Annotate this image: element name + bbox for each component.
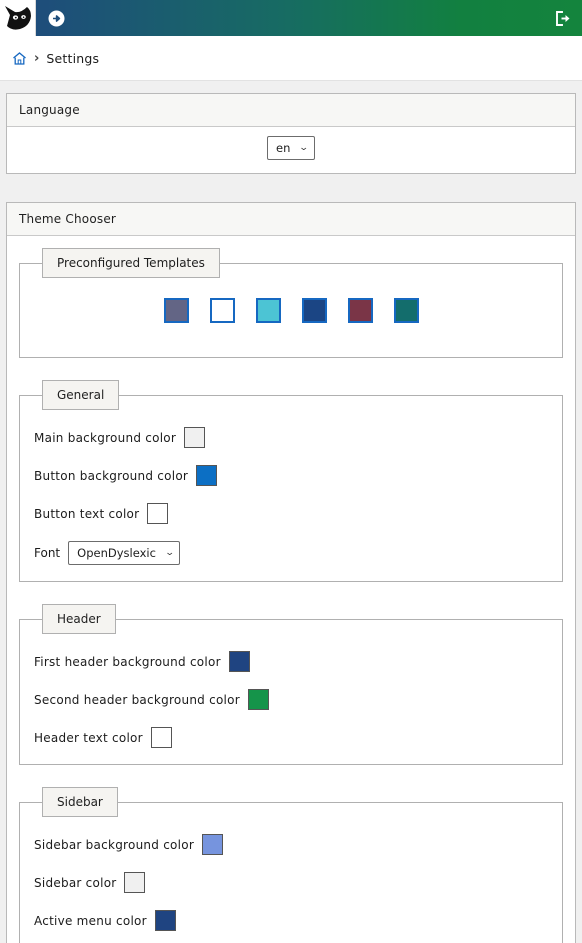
language-select-row: en ⌄: [7, 127, 575, 173]
active-menu-color-row: Active menu color: [34, 910, 548, 931]
preconfigured-templates-group: Preconfigured Templates: [19, 248, 563, 358]
template-navy[interactable]: [301, 298, 327, 323]
preconfigured-templates-legend: Preconfigured Templates: [42, 248, 220, 278]
font-select-value: OpenDyslexic: [77, 546, 156, 560]
general-group: General Main background color Button bac…: [19, 380, 563, 582]
sidebar-color-label: Sidebar color: [34, 875, 117, 890]
template-slate[interactable]: [163, 298, 189, 323]
sidebar-group: Sidebar Sidebar background color Sidebar…: [19, 787, 563, 943]
template-teal[interactable]: [393, 298, 419, 323]
first-header-background-color-label: First header background color: [34, 654, 221, 669]
second-header-background-color-row: Second header background color: [34, 689, 548, 710]
first-header-background-color-swatch[interactable]: [228, 651, 250, 672]
general-legend: General: [42, 380, 120, 410]
header-text-color-swatch[interactable]: [150, 727, 172, 748]
template-swatch-list: [34, 278, 548, 341]
language-select-value: en: [276, 141, 291, 155]
theme-chooser-title: Theme Chooser: [7, 203, 575, 236]
button-text-color-row: Button text color: [34, 503, 548, 524]
sidebar-color-row: Sidebar color: [34, 872, 548, 893]
header-gradient-band: [36, 0, 582, 36]
font-label: Font: [34, 546, 61, 560]
chevron-down-icon: ⌄: [164, 547, 175, 558]
header-legend: Header: [42, 604, 116, 634]
sidebar-background-color-swatch[interactable]: [202, 834, 224, 855]
theme-chooser-card: Theme Chooser Preconfigured Templates Ge…: [6, 202, 576, 943]
chevron-down-icon: ⌄: [299, 142, 310, 153]
font-select[interactable]: OpenDyslexic ⌄: [68, 541, 181, 565]
cat-head-logo[interactable]: [0, 0, 36, 36]
active-menu-color-label: Active menu color: [34, 913, 147, 928]
main-background-color-swatch[interactable]: [184, 427, 206, 448]
button-background-color-row: Button background color: [34, 465, 548, 486]
active-menu-color-swatch[interactable]: [154, 910, 176, 931]
top-header-bar: [0, 0, 582, 36]
breadcrumb: › Settings: [0, 36, 582, 81]
language-card-title: Language: [7, 94, 575, 127]
language-card: Language en ⌄: [6, 93, 576, 174]
sign-out-icon[interactable]: [552, 8, 572, 28]
arrow-right-circle-icon[interactable]: [46, 8, 66, 28]
button-background-color-swatch[interactable]: [196, 465, 218, 486]
header-text-color-row: Header text color: [34, 727, 548, 748]
home-icon[interactable]: [12, 51, 27, 66]
sidebar-legend: Sidebar: [42, 787, 118, 817]
page-title: Settings: [46, 50, 100, 66]
first-header-background-color-row: First header background color: [34, 651, 548, 672]
header-text-color-label: Header text color: [34, 730, 143, 745]
header-group: Header First header background color Sec…: [19, 604, 563, 765]
second-header-background-color-label: Second header background color: [34, 692, 240, 707]
sidebar-background-color-row: Sidebar background color: [34, 834, 548, 855]
font-row: Font OpenDyslexic ⌄: [34, 541, 548, 565]
second-header-background-color-swatch[interactable]: [247, 689, 269, 710]
sidebar-background-color-label: Sidebar background color: [34, 837, 195, 852]
template-maroon[interactable]: [347, 298, 373, 323]
button-background-color-label: Button background color: [34, 468, 189, 483]
template-cyan[interactable]: [255, 298, 281, 323]
template-white[interactable]: [209, 298, 235, 323]
button-text-color-swatch[interactable]: [147, 503, 169, 524]
button-text-color-label: Button text color: [34, 506, 140, 521]
breadcrumb-separator: ›: [34, 50, 40, 66]
language-select[interactable]: en ⌄: [267, 136, 315, 160]
main-background-color-label: Main background color: [34, 430, 177, 445]
theme-chooser-body: Preconfigured Templates General Main bac…: [7, 236, 575, 943]
sidebar-color-swatch[interactable]: [124, 872, 146, 893]
main-background-color-row: Main background color: [34, 427, 548, 448]
